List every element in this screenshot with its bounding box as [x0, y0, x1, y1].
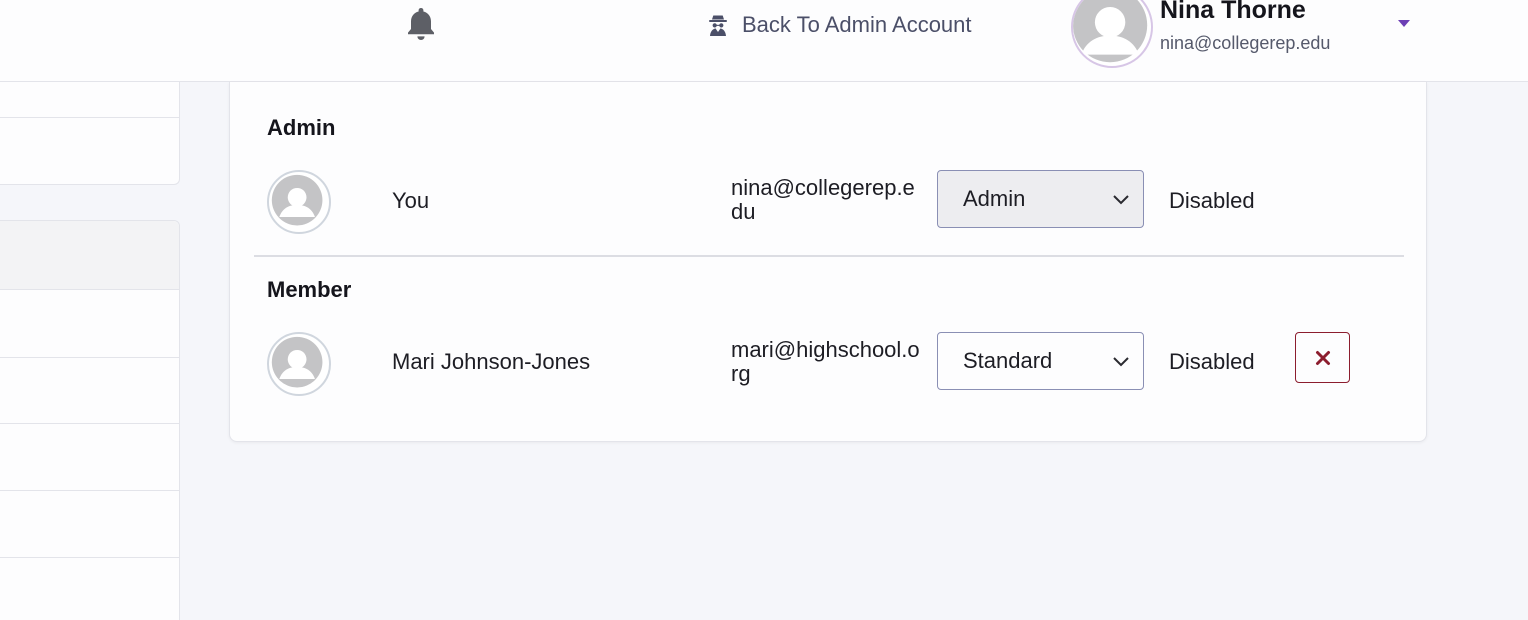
- team-members-card: Admin You nina@collegerep.edu Admin Disa…: [229, 82, 1427, 442]
- user-secret-icon: [709, 15, 727, 36]
- avatar: [267, 332, 331, 396]
- back-to-admin-link[interactable]: Back To Admin Account: [706, 11, 972, 39]
- sidebar-card: [0, 82, 180, 185]
- status-text: Disabled: [1169, 188, 1255, 213]
- close-icon: [1315, 350, 1330, 365]
- sidebar-list: [0, 220, 180, 620]
- role-select[interactable]: Admin: [937, 170, 1144, 228]
- section-divider: [254, 255, 1404, 257]
- notifications-bell-icon[interactable]: [404, 4, 438, 42]
- user-name: Nina Thorne: [1160, 0, 1306, 24]
- section-title-member: Member: [267, 277, 352, 302]
- back-to-admin-label: Back To Admin Account: [742, 12, 972, 37]
- avatar: [267, 170, 331, 234]
- user-avatar[interactable]: [1071, 0, 1153, 68]
- divider: [0, 490, 179, 491]
- caret-down-icon[interactable]: [1398, 20, 1410, 27]
- member-email: nina@collegerep.edu: [731, 175, 915, 224]
- status-text: Disabled: [1169, 349, 1255, 374]
- member-email: mari@highschool.org: [731, 337, 920, 386]
- chevron-down-icon: [1113, 357, 1129, 367]
- sidebar-list-header: [0, 221, 179, 290]
- top-bar: Back To Admin Account Nina Thorne nina@c…: [0, 0, 1528, 82]
- user-email: nina@collegerep.edu: [1160, 33, 1331, 53]
- member-name: Mari Johnson-Jones: [392, 349, 591, 374]
- role-select-value: Admin: [963, 186, 1026, 211]
- section-title-admin: Admin: [267, 115, 336, 140]
- divider: [0, 557, 179, 558]
- divider: [0, 117, 179, 118]
- divider: [0, 357, 179, 358]
- role-select-value: Standard: [963, 348, 1053, 373]
- member-name: You: [392, 188, 430, 213]
- remove-member-button[interactable]: [1295, 332, 1350, 383]
- divider: [0, 423, 179, 424]
- role-select[interactable]: Standard: [937, 332, 1144, 390]
- chevron-down-icon: [1113, 195, 1129, 205]
